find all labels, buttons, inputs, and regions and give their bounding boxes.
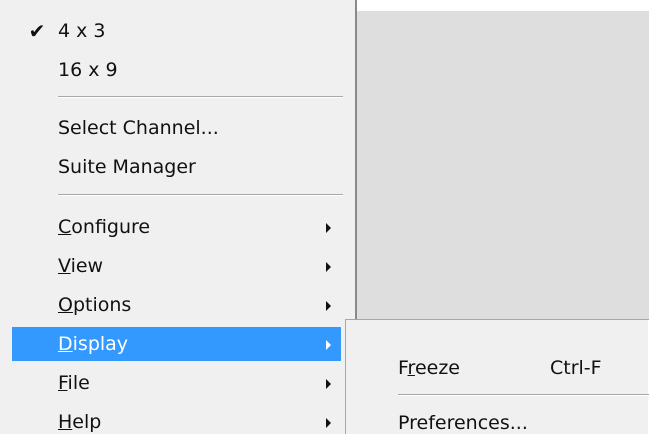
mnemonic-letter: V [58,255,71,277]
menu-item-label: File [58,372,90,394]
menu-separator [58,194,343,196]
menu-separator [398,394,649,396]
menu-item-label: Options [58,294,131,316]
menu-item-file[interactable]: File [12,366,341,400]
label-suffix: iew [70,255,104,277]
menu-item-select-channel[interactable]: Select Channel... [12,111,341,145]
label-suffix: onfigure [71,216,151,238]
menu-item-label: View [58,255,103,277]
submenu-arrow-icon [326,340,331,350]
menu-separator [58,96,343,98]
label-prefix: F [398,357,408,379]
checkmark-icon: ✔ [28,19,46,43]
menu-item-label: Freeze [398,357,460,379]
mnemonic-letter: r [407,357,415,379]
mnemonic-letter: H [58,411,73,433]
label-suffix: eeze [414,357,460,379]
menu-item-4x3[interactable]: ✔ 4 x 3 [12,14,341,48]
mnemonic-letter: C [58,216,72,238]
menu-item-options[interactable]: Options [12,288,341,322]
submenu-arrow-icon [326,379,331,389]
submenu-arrow-icon [326,301,331,311]
submenu-item-preferences[interactable]: Preferences... [398,406,649,440]
menu-item-view[interactable]: View [12,249,341,283]
menu-item-suite-manager[interactable]: Suite Manager [12,150,341,184]
mnemonic-letter: F [58,372,68,394]
submenu-arrow-icon [326,418,331,428]
submenu-arrow-icon [326,262,331,272]
main-context-menu: ✔ 4 x 3 16 x 9 Select Channel... Suite M… [0,0,357,434]
menu-item-display[interactable]: Display [12,327,341,361]
menu-item-label: Help [58,411,101,433]
menu-item-label: 4 x 3 [58,20,106,42]
menu-item-label: Display [58,333,128,355]
menu-item-label: Select Channel... [58,117,219,139]
label-suffix: isplay [72,333,129,355]
shortcut-label: Ctrl-F [550,357,602,379]
label-suffix: ile [67,372,90,394]
mnemonic-letter: O [58,294,73,316]
menu-item-configure[interactable]: Configure [12,210,341,244]
label-suffix: ptions [72,294,132,316]
menu-item-label: Configure [58,216,150,238]
label-suffix: elp [72,411,102,433]
menu-item-label: Preferences... [398,412,528,434]
mnemonic-letter: D [58,333,73,355]
display-submenu: Freeze Ctrl-F Preferences... [345,319,649,434]
submenu-arrow-icon [326,223,331,233]
menu-item-16x9[interactable]: 16 x 9 [12,53,341,87]
menu-item-label: Suite Manager [58,156,196,178]
menu-item-label: 16 x 9 [58,59,118,81]
submenu-item-freeze[interactable]: Freeze Ctrl-F [398,351,649,385]
